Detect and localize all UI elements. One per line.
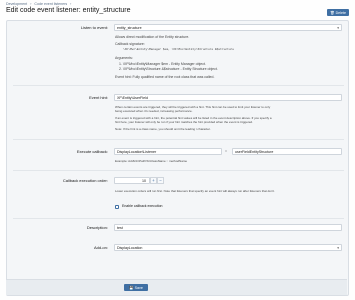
listen-event-select[interactable]: entity_structure ▾ <box>114 24 342 31</box>
event-hint-help: Event hint: Fully qualified name of the … <box>115 75 215 79</box>
description-value: test <box>117 225 123 230</box>
save-button[interactable]: 💾 Save <box>124 284 148 291</box>
argument-2: 2. \XF\Mvc\Entity\Structure &$structure … <box>119 67 218 71</box>
save-label: Save <box>134 285 143 290</box>
event-hint-desc-2: being executed when it's needed, increas… <box>115 109 193 113</box>
delete-button[interactable]: 🗑 Delete <box>327 9 349 16</box>
callback-method-input[interactable]: userFieldEntityStructure <box>232 148 342 155</box>
divider <box>13 170 344 171</box>
divider <box>13 139 344 140</box>
listen-event-desc: Allows direct modification of the Entity… <box>115 35 190 39</box>
description-label: Description: <box>86 225 108 230</box>
form-submit-row: 💾 Save <box>6 279 347 295</box>
listen-event-value: entity_structure <box>117 25 142 30</box>
breadcrumb-item-development[interactable]: Development <box>6 2 27 6</box>
save-icon: 💾 <box>129 285 134 290</box>
breadcrumb-item-code-event-listeners[interactable]: Code event listeners <box>34 2 67 6</box>
argument-1: 1. \XF\Mvc\Entity\Manager $em - Entity M… <box>119 62 206 66</box>
page-title: Edit code event listener: entity_structu… <box>6 7 131 14</box>
callback-method-value: userFieldEntityStructure <box>235 149 274 154</box>
callback-signature-label: Callback signature: <box>115 42 145 46</box>
divider <box>13 85 344 86</box>
delete-label: Delete <box>335 10 346 15</box>
execution-order-label: Callback execution order: <box>62 178 108 183</box>
callback-separator: :: <box>225 148 228 153</box>
form-panel: Listen to event: entity_structure ▾ Allo… <box>6 20 349 296</box>
callback-example: Example: Add\On\Path\To\ClassName :: met… <box>115 159 188 163</box>
execution-order-input[interactable]: 10 <box>114 177 150 184</box>
divider <box>13 218 344 219</box>
order-decrement-button[interactable]: − <box>157 177 164 184</box>
execution-order-desc: Lower execution orders will run first. N… <box>115 189 275 193</box>
event-hint-label: Event hint: <box>89 95 108 100</box>
breadcrumb: Development › Code event listeners › <box>6 2 73 6</box>
addon-label: Add-on: <box>93 245 108 250</box>
order-increment-button[interactable]: + <box>150 177 157 184</box>
addon-value: DisplayLocation <box>117 245 143 250</box>
arguments-label: Arguments: <box>115 56 133 60</box>
execution-order-value: 10 <box>142 178 146 183</box>
callback-class-input[interactable]: DisplayLocation\Listener <box>114 148 222 155</box>
event-hint-value: XF\Entity\UserField <box>117 95 148 100</box>
callback-class-value: DisplayLocation\Listener <box>117 149 157 154</box>
event-hint-input[interactable]: XF\Entity\UserField <box>114 94 342 101</box>
chevron-down-icon: ▾ <box>337 246 339 250</box>
event-hint-desc-4: hint here, your listener will only be ru… <box>115 120 253 124</box>
description-input[interactable]: test <box>114 224 342 231</box>
breadcrumb-separator-icon: › <box>70 2 72 6</box>
enable-callback-checkbox[interactable] <box>115 205 119 209</box>
chevron-down-icon: ▾ <box>337 26 339 30</box>
trash-icon: 🗑 <box>330 10 335 15</box>
event-hint-note: Note: If the hint is a class name, you s… <box>115 127 211 131</box>
callback-signature: \XF\Mvc\Entity\Manager $em, \XF\Mvc\Enti… <box>123 48 235 51</box>
addon-select[interactable]: DisplayLocation ▾ <box>114 244 342 251</box>
breadcrumb-separator-icon: › <box>30 2 32 6</box>
listen-event-label: Listen to event: <box>80 25 108 30</box>
enable-callback-label[interactable]: Enable callback execution <box>122 204 162 209</box>
execute-callback-label: Execute callback: <box>76 149 108 154</box>
